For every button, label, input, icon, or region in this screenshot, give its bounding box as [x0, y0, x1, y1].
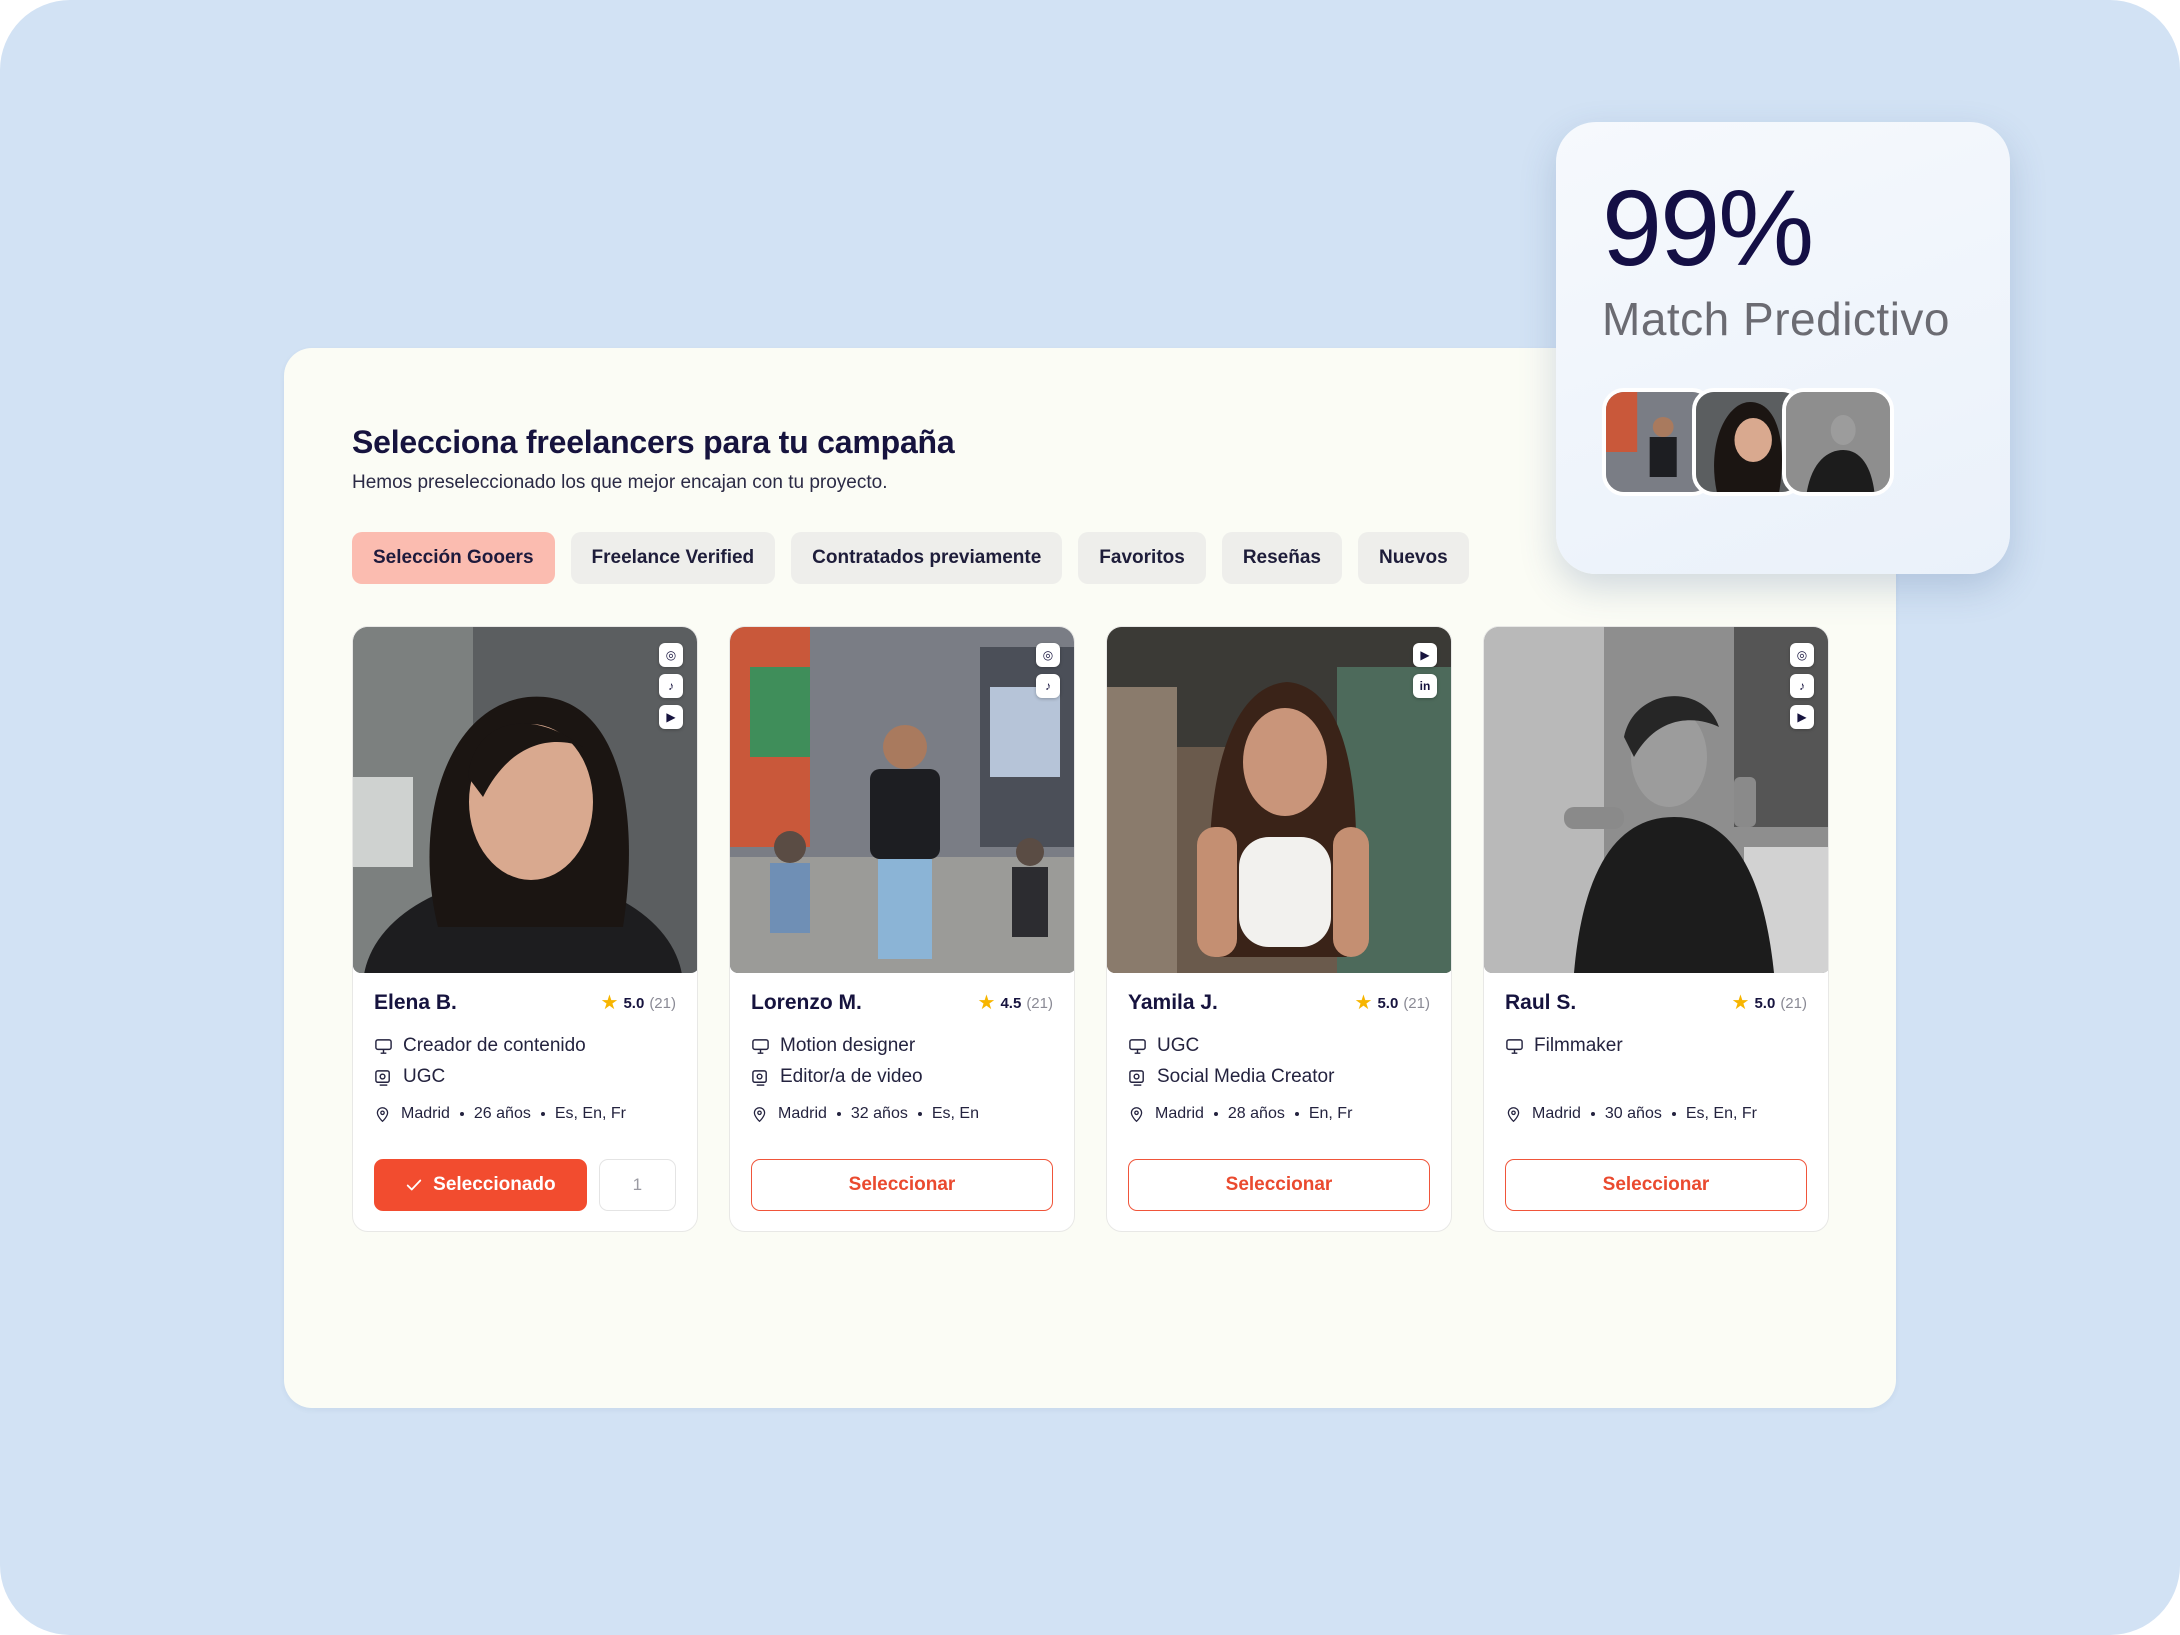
freelancer-photo: ◎ ♪ ▶	[353, 627, 697, 973]
social-links: ◎ ♪ ▶	[1790, 643, 1814, 729]
role-list: UGC Social Media Creator	[1128, 1035, 1334, 1088]
role-item: UGC	[1128, 1035, 1334, 1057]
freelancer-meta: Madrid 30 años Es, En, Fr	[1505, 1105, 1757, 1123]
freelancer-name: Yamila J.	[1128, 991, 1218, 1014]
tab-nuevos[interactable]: Nuevos	[1358, 532, 1469, 584]
page-title: Selecciona freelancers para tu campaña	[352, 424, 955, 460]
rating: ★ 4.5 (21)	[978, 993, 1053, 1013]
location-pin-icon	[753, 1106, 766, 1122]
tiktok-icon[interactable]: ♪	[659, 674, 683, 698]
matched-avatars	[1602, 388, 1894, 496]
rating-value: 5.0	[623, 994, 645, 1012]
page-subtitle: Hemos preseleccionado los que mejor enca…	[352, 472, 888, 493]
freelancer-card-elena[interactable]: ◎ ♪ ▶ Elena B. ★ 5.0 (21) Creador de con…	[352, 626, 698, 1232]
select-button[interactable]: Seleccionar	[1128, 1159, 1430, 1211]
avatar	[1782, 388, 1894, 496]
match-predictivo-card: 99% Match Predictivo	[1556, 122, 2010, 574]
review-count: (21)	[1403, 994, 1430, 1012]
freelancer-photo: ▶ in	[1107, 627, 1451, 973]
youtube-icon[interactable]: ▶	[659, 705, 683, 729]
tab-favoritos[interactable]: Favoritos	[1078, 532, 1206, 584]
role-item: Social Media Creator	[1128, 1066, 1334, 1088]
match-label: Match Predictivo	[1602, 293, 1951, 345]
rating: ★ 5.0 (21)	[1355, 993, 1430, 1013]
role-list: Motion designer Editor/a de video	[751, 1035, 923, 1088]
rating-value: 5.0	[1754, 994, 1776, 1012]
role-item: Filmmaker	[1505, 1035, 1623, 1057]
role-item: Editor/a de video	[751, 1066, 923, 1088]
review-count: (21)	[649, 994, 676, 1012]
freelancer-name: Elena B.	[374, 991, 457, 1014]
social-links: ◎ ♪ ▶	[659, 643, 683, 729]
freelancer-name: Raul S.	[1505, 991, 1577, 1014]
check-icon	[406, 1179, 422, 1191]
freelancer-cards: ◎ ♪ ▶ Elena B. ★ 5.0 (21) Creador de con…	[352, 626, 1829, 1232]
social-links: ◎ ♪	[1036, 643, 1060, 698]
filter-tabs: Selección Gooers Freelance Verified Cont…	[352, 532, 1469, 584]
youtube-icon[interactable]: ▶	[1413, 643, 1437, 667]
selected-button[interactable]: Seleccionado	[374, 1159, 587, 1211]
location-pin-icon	[1130, 1106, 1143, 1122]
video-icon	[375, 1069, 390, 1086]
role-item: Creador de contenido	[374, 1035, 586, 1057]
video-icon	[1129, 1069, 1144, 1086]
tab-contratados-previamente[interactable]: Contratados previamente	[791, 532, 1063, 584]
quantity-field[interactable]: 1	[598, 1159, 676, 1211]
star-icon: ★	[600, 992, 619, 1014]
instagram-icon[interactable]: ◎	[659, 643, 683, 667]
monitor-icon	[375, 1038, 392, 1054]
rating-value: 4.5	[1000, 994, 1022, 1012]
monitor-icon	[1129, 1038, 1146, 1054]
select-button[interactable]: Seleccionar	[751, 1159, 1053, 1211]
freelancer-photo: ◎ ♪	[730, 627, 1074, 973]
rating: ★ 5.0 (21)	[601, 993, 676, 1013]
social-links: ▶ in	[1413, 643, 1437, 698]
video-icon	[752, 1069, 767, 1086]
role-list: Creador de contenido UGC	[374, 1035, 586, 1088]
freelancer-card-raul[interactable]: ◎ ♪ ▶ Raul S. ★ 5.0 (21) Filmmaker Madri…	[1483, 626, 1829, 1232]
canvas-background: Selecciona freelancers para tu campaña H…	[0, 0, 2180, 1635]
review-count: (21)	[1780, 994, 1807, 1012]
freelancer-card-lorenzo[interactable]: ◎ ♪ Lorenzo M. ★ 4.5 (21) Motion designe…	[729, 626, 1075, 1232]
location-pin-icon	[1507, 1106, 1520, 1122]
monitor-icon	[1506, 1038, 1523, 1054]
star-icon: ★	[1731, 992, 1750, 1014]
instagram-icon[interactable]: ◎	[1790, 643, 1814, 667]
role-item: UGC	[374, 1066, 586, 1088]
freelancer-photo: ◎ ♪ ▶	[1484, 627, 1828, 973]
tab-resenas[interactable]: Reseñas	[1221, 532, 1342, 584]
tiktok-icon[interactable]: ♪	[1036, 674, 1060, 698]
freelancer-meta: Madrid 28 años En, Fr	[1128, 1105, 1352, 1123]
tiktok-icon[interactable]: ♪	[1790, 674, 1814, 698]
location-pin-icon	[376, 1106, 389, 1122]
freelancer-meta: Madrid 26 años Es, En, Fr	[374, 1105, 626, 1123]
review-count: (21)	[1026, 994, 1053, 1012]
tab-seleccion-gooers[interactable]: Selección Gooers	[352, 532, 555, 584]
select-button[interactable]: Seleccionar	[1505, 1159, 1807, 1211]
freelancer-card-yamila[interactable]: ▶ in Yamila J. ★ 5.0 (21) UGC Social Med…	[1106, 626, 1452, 1232]
role-item: Motion designer	[751, 1035, 923, 1057]
star-icon: ★	[977, 992, 996, 1014]
monitor-icon	[752, 1038, 769, 1054]
star-icon: ★	[1354, 992, 1373, 1014]
freelancer-name: Lorenzo M.	[751, 991, 862, 1014]
instagram-icon[interactable]: ◎	[1036, 643, 1060, 667]
linkedin-icon[interactable]: in	[1413, 674, 1437, 698]
match-percentage: 99%	[1602, 167, 1814, 288]
youtube-icon[interactable]: ▶	[1790, 705, 1814, 729]
tab-freelance-verified[interactable]: Freelance Verified	[570, 532, 776, 584]
rating-value: 5.0	[1377, 994, 1399, 1012]
role-list: Filmmaker	[1505, 1035, 1623, 1057]
rating: ★ 5.0 (21)	[1732, 993, 1807, 1013]
freelancer-meta: Madrid 32 años Es, En	[751, 1105, 979, 1123]
